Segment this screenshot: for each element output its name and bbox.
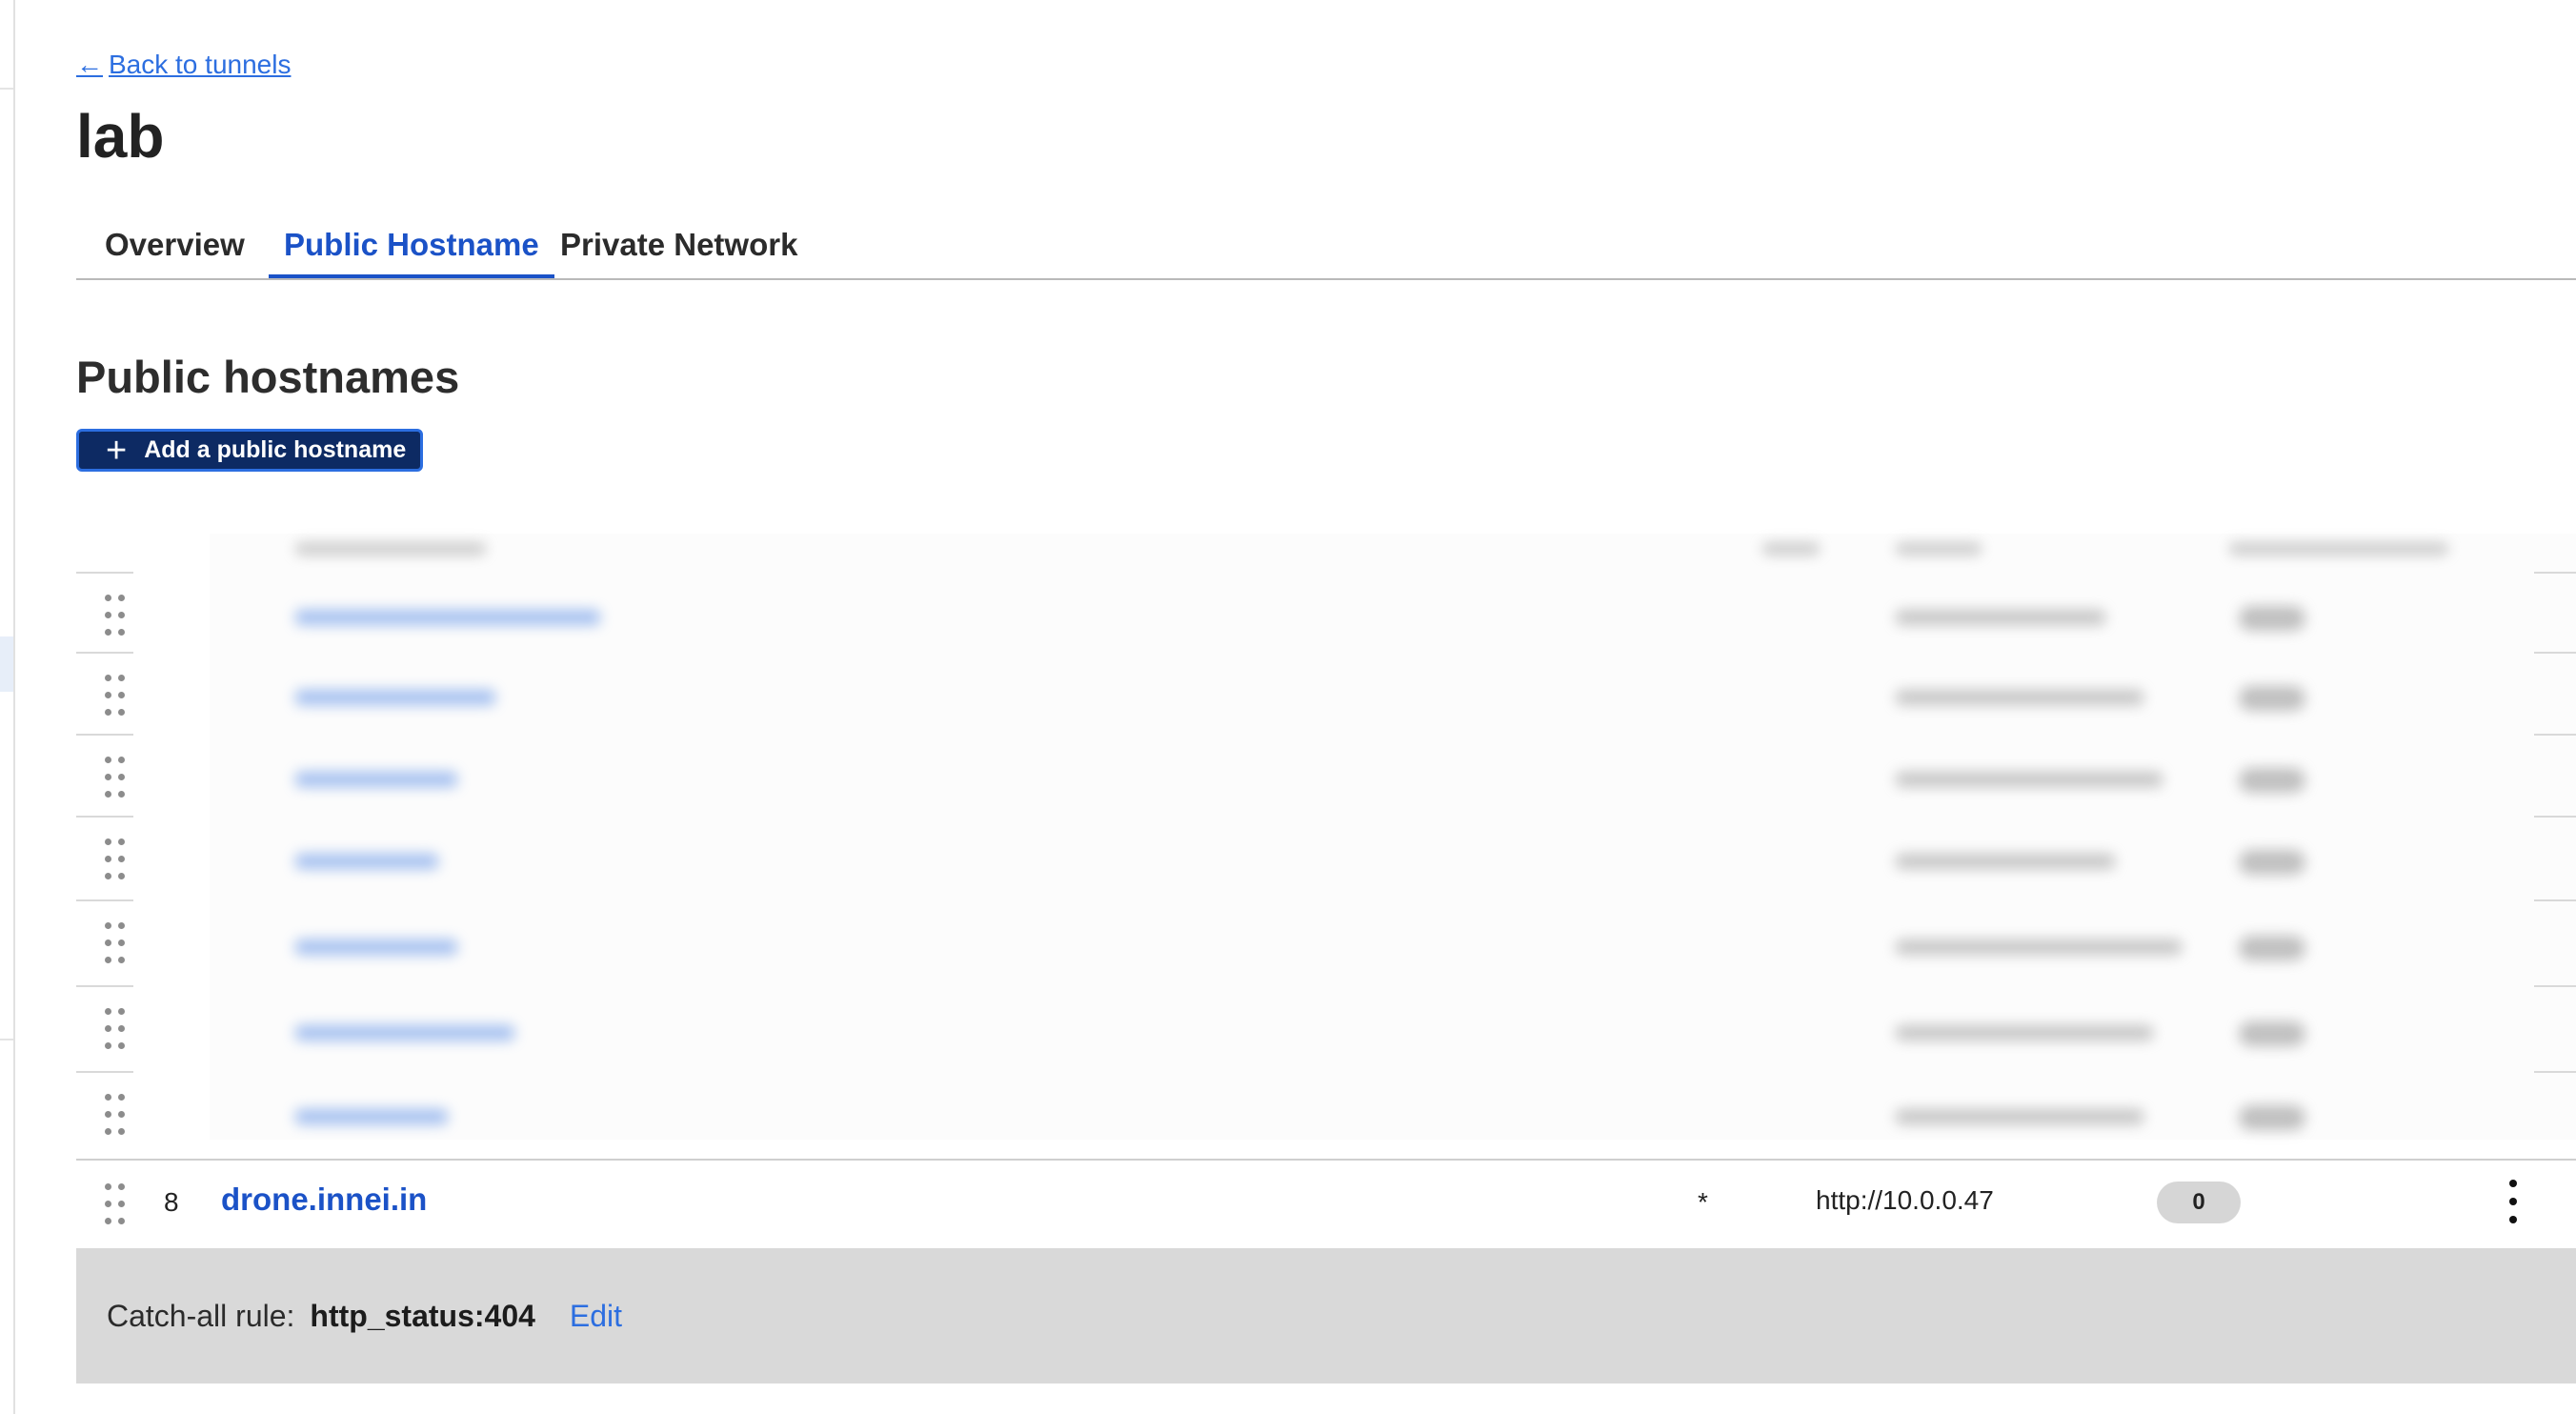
row-number: 8 [164, 1187, 179, 1217]
path-cell: * [1698, 1187, 1708, 1217]
catch-all-label: Catch-all rule: [107, 1298, 295, 1333]
count-badge: 0 [2157, 1182, 2241, 1223]
row-divider [2534, 734, 2576, 736]
row-divider [76, 985, 133, 987]
catch-all-rule: Catch-all rule: http_status:404 Edit [76, 1248, 2576, 1384]
row-divider [76, 899, 133, 901]
drag-handle-icon[interactable] [105, 1183, 125, 1225]
rail-selected-item[interactable] [0, 636, 13, 692]
back-link-label: Back to tunnels [109, 50, 292, 79]
more-options-icon[interactable] [2500, 1180, 2526, 1223]
row-divider [76, 1071, 133, 1073]
row-divider [76, 652, 133, 654]
obscured-rows [210, 534, 2576, 1140]
drag-handle-icon[interactable] [105, 595, 125, 636]
section-title: Public hostnames [76, 352, 460, 402]
row-divider [2534, 899, 2576, 901]
tab-bar: Overview Public Hostname Private Network [76, 217, 2576, 280]
add-public-hostname-button[interactable]: + Add a public hostname [76, 429, 423, 472]
arrow-left-icon: ← [76, 50, 103, 79]
row-divider [76, 572, 133, 574]
row-divider [2534, 572, 2576, 574]
drag-handle-icon[interactable] [105, 757, 125, 798]
rail-divider [0, 1039, 13, 1040]
row-divider [2534, 985, 2576, 987]
row-divider [2534, 816, 2576, 818]
back-to-tunnels-link[interactable]: ← Back to tunnels [76, 50, 291, 80]
page-title: lab [76, 102, 165, 171]
drag-handle-icon[interactable] [105, 1008, 125, 1050]
edit-catch-all-link[interactable]: Edit [570, 1299, 622, 1334]
row-divider [2534, 652, 2576, 654]
row-divider [76, 734, 133, 736]
drag-handle-icon[interactable] [105, 838, 125, 880]
catch-all-value: http_status:404 [310, 1298, 535, 1333]
table-row: 8 drone.innei.in * http://10.0.0.47 0 [76, 1159, 2576, 1250]
rail-divider [0, 88, 13, 90]
drag-handle-icon[interactable] [105, 675, 125, 717]
drag-handle-icon[interactable] [105, 1094, 125, 1136]
tab-private-network[interactable]: Private Network [560, 217, 797, 274]
tab-public-hostname[interactable]: Public Hostname [269, 217, 554, 278]
left-rail [0, 0, 15, 1414]
row-divider [76, 816, 133, 818]
tab-overview[interactable]: Overview [105, 217, 245, 274]
plus-icon: + [106, 430, 128, 471]
add-button-label: Add a public hostname [144, 436, 407, 463]
drag-handle-icon[interactable] [105, 922, 125, 964]
hostname-link[interactable]: drone.innei.in [221, 1182, 427, 1218]
row-divider [2534, 1071, 2576, 1073]
service-cell: http://10.0.0.47 [1816, 1185, 1994, 1215]
